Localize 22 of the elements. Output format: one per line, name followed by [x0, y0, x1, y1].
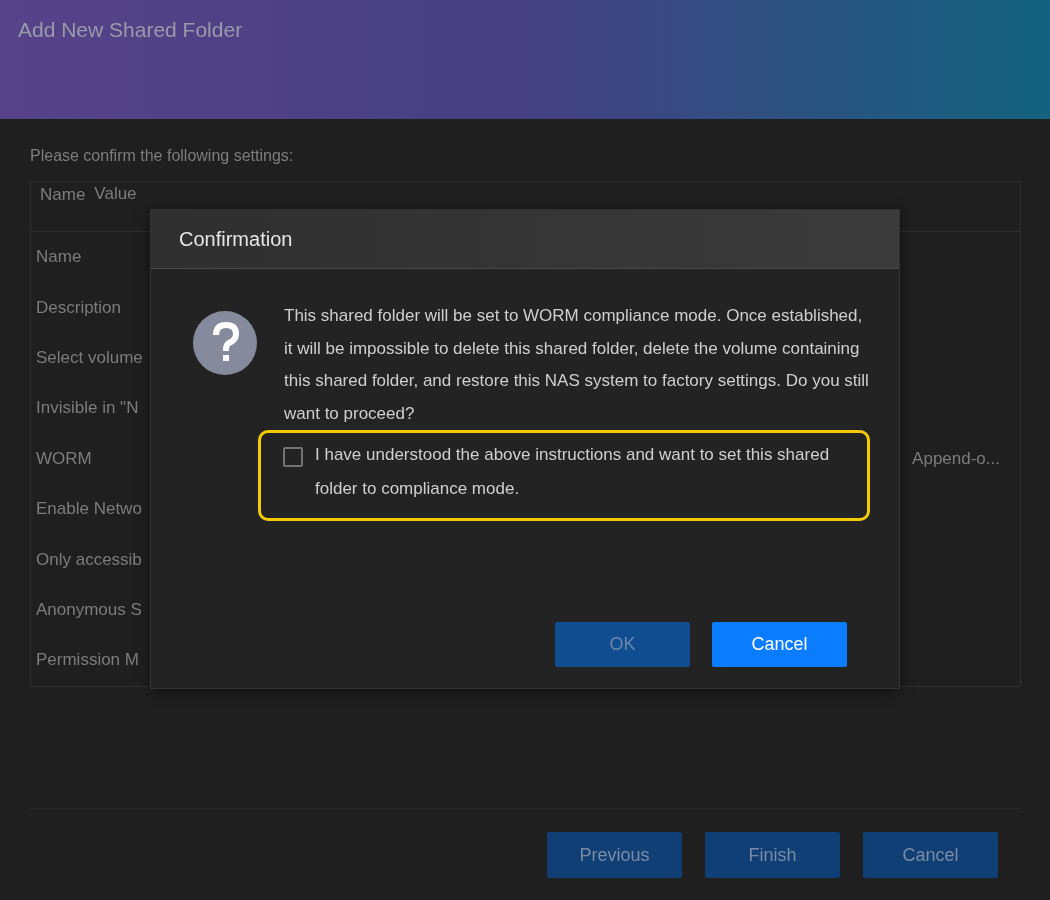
- checkbox[interactable]: [283, 447, 303, 467]
- table-cell: Append-o...: [912, 448, 1000, 469]
- table-cell: WORM: [36, 448, 92, 469]
- dialog-title: Confirmation: [179, 227, 293, 251]
- table-cell: Invisible in "N: [36, 398, 139, 419]
- footer-button[interactable]: Cancel: [863, 832, 998, 878]
- footer-button[interactable]: Previous: [547, 832, 682, 878]
- intro-text: Please confirm the following settings:: [30, 147, 295, 165]
- table-cell: Name: [36, 247, 82, 268]
- column-header: Value: [94, 184, 137, 204]
- question-icon: [193, 311, 257, 375]
- dialog-message: This shared folder will be set to WORM compliance mode. Once established, it will be impossible to delete this shared folder, delete the volume containing this shared folder, and restore this NAS system to factory settings. Do you still want to proceed?: [284, 305, 870, 425]
- cancel-button[interactable]: Cancel: [712, 622, 847, 667]
- table-cell: Enable Netwo: [36, 499, 142, 520]
- footer-button[interactable]: Finish: [705, 832, 840, 878]
- column-header: Name: [40, 185, 86, 205]
- window-title: Add New Shared Folder: [18, 18, 243, 41]
- table-cell: Anonymous S: [36, 599, 142, 620]
- table-cell: Description: [36, 297, 122, 318]
- table-cell: Only accessib: [36, 549, 142, 570]
- table-cell: Permission M: [36, 650, 139, 671]
- table-cell: Select volume: [36, 347, 143, 368]
